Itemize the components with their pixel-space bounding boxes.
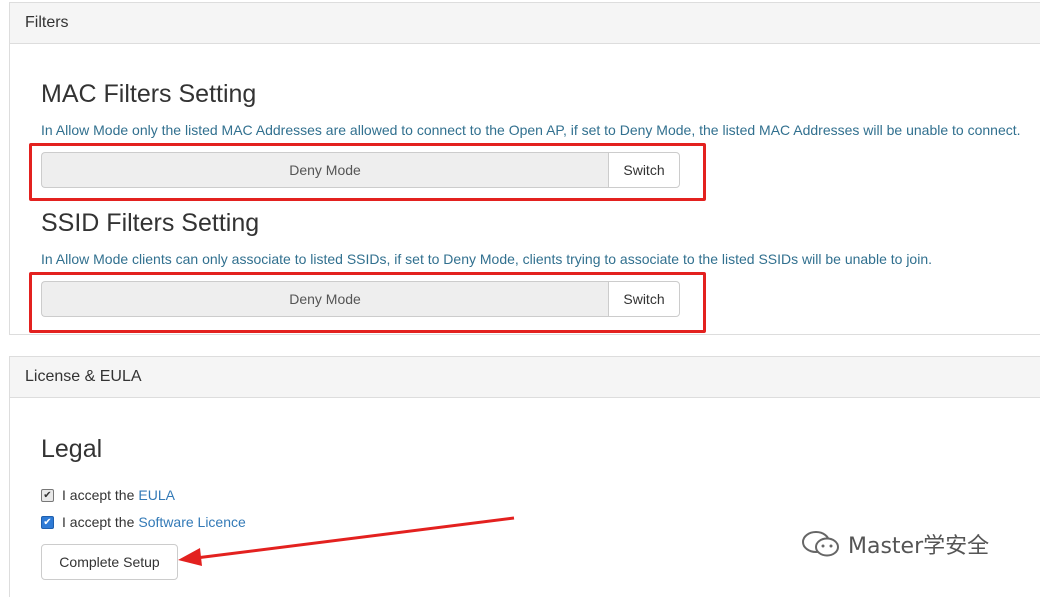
watermark: Master学安全 [800, 528, 989, 560]
watermark-text: Master学安全 [848, 534, 990, 559]
annotation-arrow-line [195, 516, 515, 560]
wechat-icon [802, 531, 839, 557]
annotation-arrow-head [178, 548, 202, 566]
annotation-arrow [178, 516, 515, 566]
